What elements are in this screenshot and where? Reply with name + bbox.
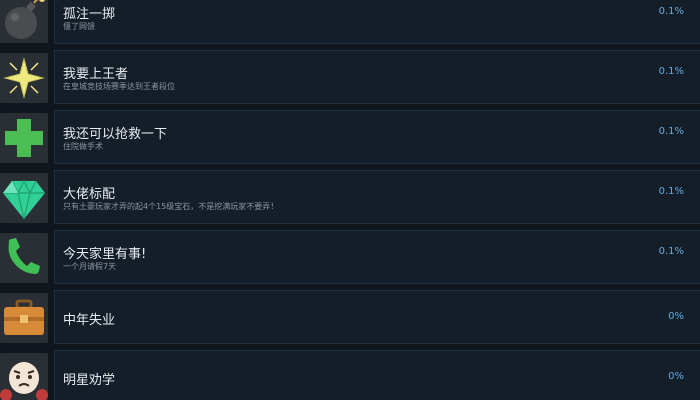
achievement-percent: 0.1%: [658, 66, 684, 77]
briefcase-icon: [0, 293, 48, 343]
achievement-row[interactable]: 中年失业 0%: [0, 290, 700, 346]
achievement-panel: 明星劝学 0%: [54, 350, 700, 400]
achievement-row[interactable]: 今天家里有事! 一个月请假7天 0.1%: [0, 230, 700, 286]
achievement-row[interactable]: 明星劝学 0%: [0, 350, 700, 400]
gem-icon: [0, 173, 48, 223]
achievement-percent: 0.1%: [658, 6, 684, 17]
achievement-row[interactable]: 大佬标配 只有土豪玩家才弄的起4个15级宝石，不是挖满玩家不要弄！ 0.1%: [0, 170, 700, 226]
achievement-percent: 0.1%: [658, 186, 684, 197]
medical-cross-icon: [0, 113, 48, 163]
achievement-panel: 我要上王者 在皇城竞技场赛季达到王者段位 0.1%: [54, 50, 700, 104]
achievement-percent: 0.1%: [658, 126, 684, 137]
achievement-panel: 我还可以抢救一下 住院做手术 0.1%: [54, 110, 700, 164]
achievement-row[interactable]: 我还可以抢救一下 住院做手术 0.1%: [0, 110, 700, 166]
achievement-panel: 中年失业 0%: [54, 290, 700, 344]
achievement-title: 大佬标配: [63, 187, 116, 202]
achievement-percent: 0.1%: [658, 246, 684, 257]
achievement-percent: 0%: [668, 311, 684, 322]
achievement-panel: 今天家里有事! 一个月请假7天 0.1%: [54, 230, 700, 284]
achievement-title: 孤注一掷: [63, 7, 116, 22]
achievement-row[interactable]: 我要上王者 在皇城竞技场赛季达到王者段位 0.1%: [0, 50, 700, 106]
achievement-row[interactable]: 孤注一掷 偃了网馈 0.1%: [0, 0, 700, 46]
achievement-desc: 一个月请假7天: [63, 262, 117, 271]
achievement-desc: 偃了网馈: [63, 22, 95, 31]
achievement-title: 中年失业: [63, 313, 116, 328]
achievement-title: 今天家里有事!: [63, 247, 147, 262]
phone-icon: [0, 233, 48, 283]
achievement-panel: 大佬标配 只有土豪玩家才弄的起4个15级宝石，不是挖满玩家不要弄！ 0.1%: [54, 170, 700, 224]
achievement-panel: 孤注一掷 偃了网馈 0.1%: [54, 0, 700, 44]
achievement-percent: 0%: [668, 371, 684, 382]
achievement-title: 明星劝学: [63, 373, 116, 388]
achievement-title: 我要上王者: [63, 67, 129, 82]
achievement-list: 孤注一掷 偃了网馈 0.1% 我要上王者 在皇城竞技场赛季达到王者段位 0.1%…: [0, 0, 700, 400]
achievement-desc: 住院做手术: [63, 142, 103, 151]
bomb-icon: [0, 0, 48, 43]
achievement-desc: 在皇城竞技场赛季达到王者段位: [63, 82, 175, 91]
star-icon: [0, 53, 48, 103]
face-icon: [0, 353, 48, 400]
achievement-desc: 只有土豪玩家才弄的起4个15级宝石，不是挖满玩家不要弄！: [63, 202, 279, 211]
achievement-title: 我还可以抢救一下: [63, 127, 168, 142]
